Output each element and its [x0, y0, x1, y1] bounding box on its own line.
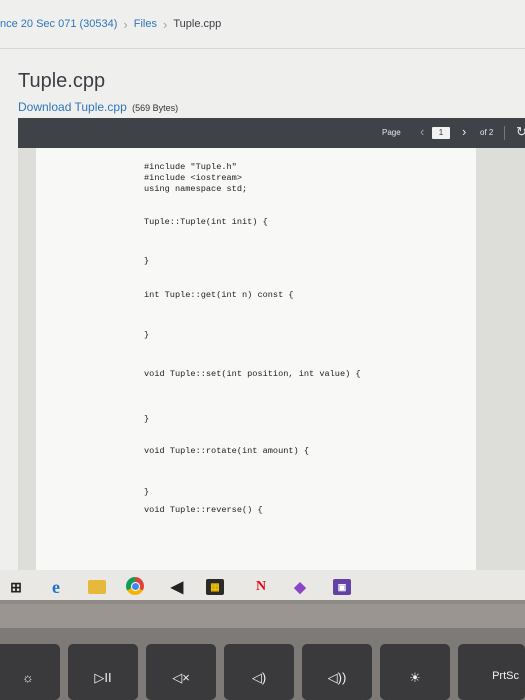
code-includes: #include "Tuple.h" #include <iostream> u…	[144, 162, 248, 194]
code-constructor-open: Tuple::Tuple(int init) {	[144, 217, 268, 227]
visual-studio-icon[interactable]: ◆	[290, 577, 310, 597]
code-rotate-close: }	[144, 487, 150, 497]
breadcrumb: nce 20 Sec 071 (30534) › Files › Tuple.c…	[0, 12, 525, 36]
code-get-open: int Tuple::get(int n) const {	[144, 290, 294, 300]
edge-icon[interactable]: e	[46, 577, 66, 597]
task-view-icon[interactable]: ⊞	[6, 577, 26, 597]
keyboard: ☼ ▷II ◁× ◁) ◁)) ☀ PrtSc	[0, 628, 525, 700]
code-set-close: }	[144, 414, 150, 424]
mute-key[interactable]: ◁×	[146, 644, 216, 700]
store-icon[interactable]: ▦	[206, 579, 224, 595]
page-label: Page	[382, 128, 401, 137]
mail-icon[interactable]: ◀	[167, 577, 187, 597]
prtsc-key[interactable]: PrtSc	[458, 644, 525, 700]
code-reverse-open: void Tuple::reverse() {	[144, 505, 263, 515]
file-title: Tuple.cpp	[18, 70, 106, 92]
breadcrumb-separator: ›	[163, 16, 168, 32]
breadcrumb-files[interactable]: Files	[134, 18, 157, 30]
page-total: of 2	[480, 128, 494, 137]
next-page-button[interactable]: ›	[462, 124, 466, 139]
file-size: (569 Bytes)	[132, 103, 179, 113]
rotate-icon[interactable]: ↻	[516, 124, 525, 140]
page-number-input[interactable]: 1	[432, 127, 450, 139]
twitch-icon[interactable]: ▣	[333, 579, 351, 595]
breadcrumb-separator: ›	[123, 16, 128, 32]
file-explorer-icon[interactable]	[88, 580, 106, 594]
document-viewer: Page ‹ 1 › of 2 ↻ #include "Tuple.h" #in…	[18, 118, 525, 588]
breadcrumb-current: Tuple.cpp	[173, 18, 222, 30]
breadcrumb-course[interactable]: nce 20 Sec 071 (30534)	[0, 18, 117, 30]
viewer-toolbar: Page ‹ 1 › of 2 ↻	[18, 118, 525, 148]
brightness-key[interactable]: ☼	[0, 644, 60, 700]
code-set-open: void Tuple::set(int position, int value)…	[144, 369, 361, 379]
laptop-bezel	[0, 604, 525, 628]
backlight-key[interactable]: ☀	[380, 644, 450, 700]
netflix-icon[interactable]: N	[251, 577, 271, 597]
document-page: #include "Tuple.h" #include <iostream> u…	[36, 148, 476, 588]
download-row: Download Tuple.cpp (569 Bytes)	[18, 100, 178, 114]
code-rotate-open: void Tuple::rotate(int amount) {	[144, 446, 310, 456]
play-pause-key[interactable]: ▷II	[68, 644, 138, 700]
download-link[interactable]: Download Tuple.cpp	[18, 100, 127, 114]
prev-page-button[interactable]: ‹	[420, 124, 424, 139]
header-divider	[0, 48, 525, 49]
toolbar-separator	[504, 126, 505, 140]
browser-screen: nce 20 Sec 071 (30534) › Files › Tuple.c…	[0, 0, 525, 600]
code-constructor-close: }	[144, 256, 150, 266]
chrome-icon[interactable]	[126, 577, 144, 595]
code-get-close: }	[144, 330, 150, 340]
taskbar: ⊞ e ◀ ▦ N ◆ ▣	[0, 570, 525, 600]
volume-up-key[interactable]: ◁))	[302, 644, 372, 700]
volume-down-key[interactable]: ◁)	[224, 644, 294, 700]
